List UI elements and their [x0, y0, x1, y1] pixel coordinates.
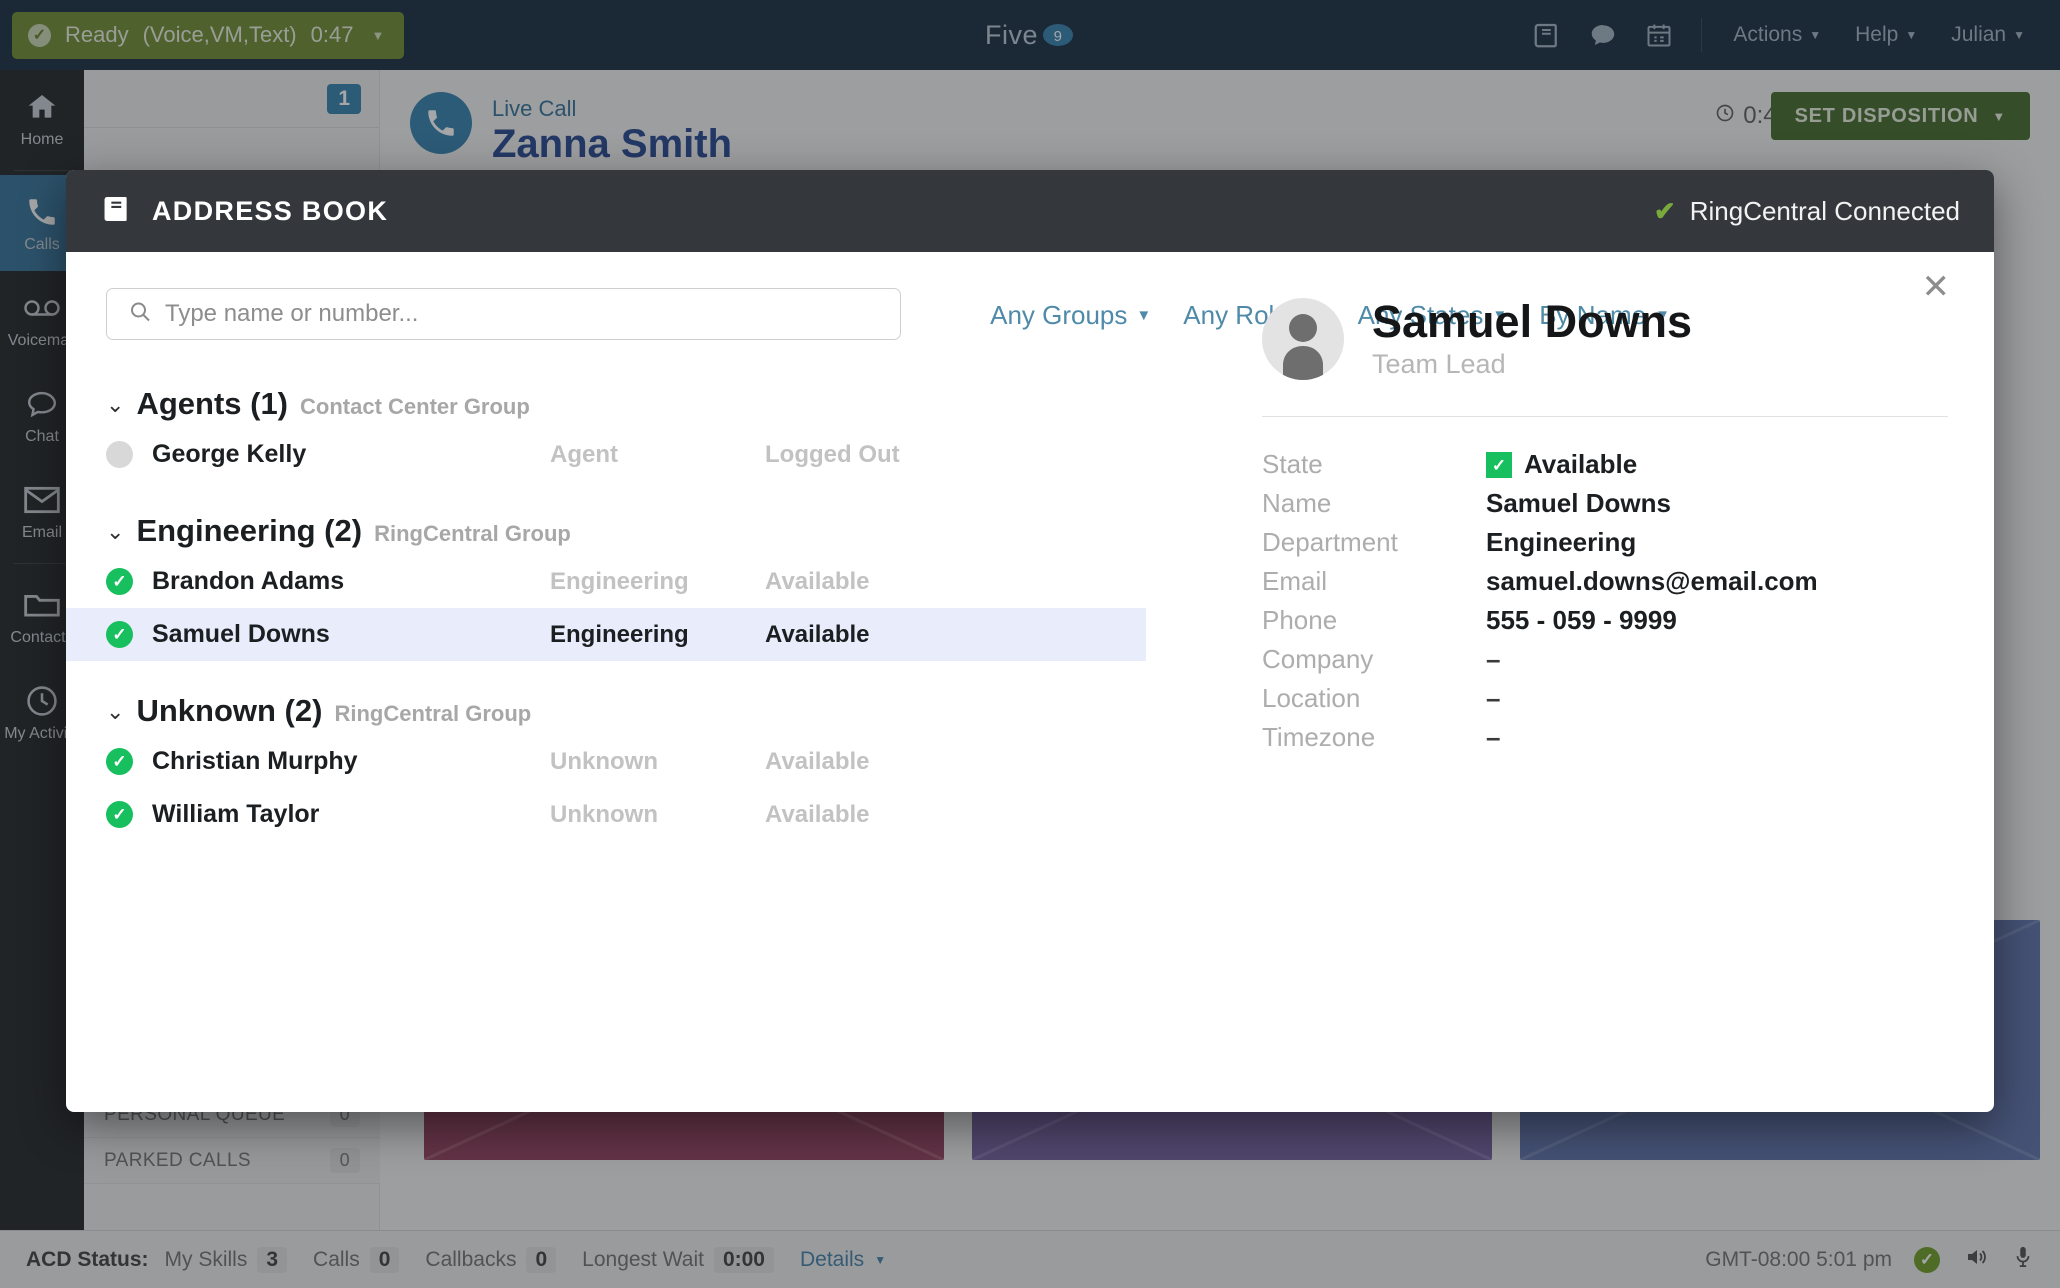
contact-name: Christian Murphy — [152, 747, 358, 775]
field-value: – — [1486, 644, 1501, 675]
group-header-unknown[interactable]: ⌄ Unknown (2) RingCentral Group — [88, 693, 1186, 729]
check-icon: ✔ — [1653, 195, 1676, 226]
group-header-agents[interactable]: ⌄ Agents (1) Contact Center Group — [88, 386, 1186, 422]
divider — [1262, 416, 1948, 418]
field-label: State — [1262, 449, 1323, 480]
address-book-modal: ADDRESS BOOK ✔ RingCentral Connected Typ… — [66, 170, 1994, 1112]
field-state: State Available — [1262, 445, 1948, 484]
modal-body: Any Groups ▼ Any Roles ▼ Any States ▼ By… — [66, 252, 1994, 1112]
contact-department: Engineering — [550, 620, 689, 648]
group-name: Agents (1) — [136, 386, 289, 421]
contact-detail-role: Team Lead — [1372, 349, 1506, 380]
chevron-down-icon: ⌄ — [106, 699, 125, 724]
chevron-down-icon: ⌄ — [106, 392, 125, 417]
field-company: Company – — [1262, 640, 1948, 679]
field-email: Email samuel.downs@email.com — [1262, 562, 1948, 601]
field-label: Location — [1262, 683, 1361, 714]
field-value: Available — [1486, 449, 1637, 480]
presence-available-icon — [106, 801, 133, 828]
modal-header: ADDRESS BOOK ✔ RingCentral Connected — [66, 170, 1994, 252]
field-timezone: Timezone – — [1262, 718, 1948, 757]
chevron-down-icon: ⌄ — [106, 519, 125, 544]
search-box — [106, 288, 901, 340]
contact-department: Agent — [550, 440, 618, 468]
field-value[interactable]: 555 - 059 - 9999 — [1486, 605, 1677, 636]
contact-profile-header: Samuel Downs Team Lead — [1262, 298, 1948, 380]
filter-any-groups[interactable]: Any Groups ▼ — [974, 300, 1167, 331]
modal-title: ADDRESS BOOK — [152, 195, 389, 226]
field-department: Department Engineering — [1262, 523, 1948, 562]
field-value: – — [1486, 722, 1501, 753]
app-root: ✓ Ready (Voice,VM,Text) 0:47 ▼ Five 9 Ac… — [0, 0, 2060, 1288]
contact-state: Logged Out — [765, 440, 900, 468]
contact-row-christian-murphy[interactable]: Christian Murphy Unknown Available — [66, 735, 1146, 788]
filter-label: Any Groups — [990, 300, 1128, 330]
search-icon — [128, 300, 152, 329]
contact-state: Available — [765, 800, 870, 828]
field-value: Engineering — [1486, 527, 1637, 558]
field-label: Company — [1262, 644, 1374, 675]
contact-detail-name: Samuel Downs — [1372, 296, 1693, 347]
field-phone: Phone 555 - 059 - 9999 — [1262, 601, 1948, 640]
contact-state: Available — [765, 567, 870, 595]
field-label: Phone — [1262, 605, 1338, 636]
contact-row-brandon-adams[interactable]: Brandon Adams Engineering Available — [66, 555, 1146, 608]
field-label: Name — [1262, 488, 1332, 519]
contact-name: George Kelly — [152, 440, 307, 468]
connection-status-label: RingCentral Connected — [1689, 195, 1960, 226]
presence-available-icon — [106, 621, 133, 648]
search-input[interactable] — [106, 288, 901, 340]
field-value: Samuel Downs — [1486, 488, 1671, 519]
field-label: Email — [1262, 566, 1328, 597]
group-name: Unknown (2) — [136, 693, 323, 728]
field-location: Location – — [1262, 679, 1948, 718]
field-label: Department — [1262, 527, 1398, 558]
field-value-text: Available — [1524, 449, 1638, 480]
contact-state: Available — [765, 747, 870, 775]
presence-available-icon — [106, 748, 133, 775]
group-header-engineering[interactable]: ⌄ Engineering (2) RingCentral Group — [88, 513, 1186, 549]
contacts-list: ⌄ Agents (1) Contact Center Group George… — [66, 386, 1186, 841]
chevron-down-icon: ▼ — [1136, 307, 1152, 324]
group-type: RingCentral Group — [374, 521, 571, 546]
user-avatar-icon — [1262, 298, 1344, 380]
contact-name: Samuel Downs — [152, 620, 330, 648]
close-icon[interactable]: ✕ — [1922, 270, 1951, 304]
presence-offline-icon — [106, 441, 133, 468]
contact-department: Engineering — [550, 567, 689, 595]
field-value: – — [1486, 683, 1501, 714]
group-type: RingCentral Group — [334, 701, 532, 726]
contact-state: Available — [765, 620, 870, 648]
presence-available-icon — [1486, 451, 1512, 478]
group-type: Contact Center Group — [300, 394, 530, 419]
contact-row-george-kelly[interactable]: George Kelly Agent Logged Out — [66, 428, 1146, 481]
contact-name: William Taylor — [152, 800, 320, 828]
contact-profile-text: Samuel Downs Team Lead — [1372, 298, 1692, 380]
field-label: Timezone — [1262, 722, 1376, 753]
ringcentral-connection-status: ✔ RingCentral Connected — [1654, 196, 1960, 227]
field-name: Name Samuel Downs — [1262, 484, 1948, 523]
contact-department: Unknown — [550, 747, 658, 775]
address-book-icon — [100, 192, 134, 231]
contact-name: Brandon Adams — [152, 567, 345, 595]
contact-row-william-taylor[interactable]: William Taylor Unknown Available — [66, 788, 1146, 841]
contact-row-samuel-downs[interactable]: Samuel Downs Engineering Available — [66, 608, 1146, 661]
contact-detail-fields: State Available Name Samuel Downs Depart… — [1262, 445, 1948, 757]
contact-department: Unknown — [550, 800, 658, 828]
field-value[interactable]: samuel.downs@email.com — [1486, 566, 1818, 597]
contacts-list-pane: Any Groups ▼ Any Roles ▼ Any States ▼ By… — [66, 252, 1670, 1112]
presence-available-icon — [106, 568, 133, 595]
group-name: Engineering (2) — [136, 513, 363, 548]
contact-detail-pane: ✕ Samuel Downs Team Lead State ✓ Availab… — [1226, 252, 1994, 1112]
